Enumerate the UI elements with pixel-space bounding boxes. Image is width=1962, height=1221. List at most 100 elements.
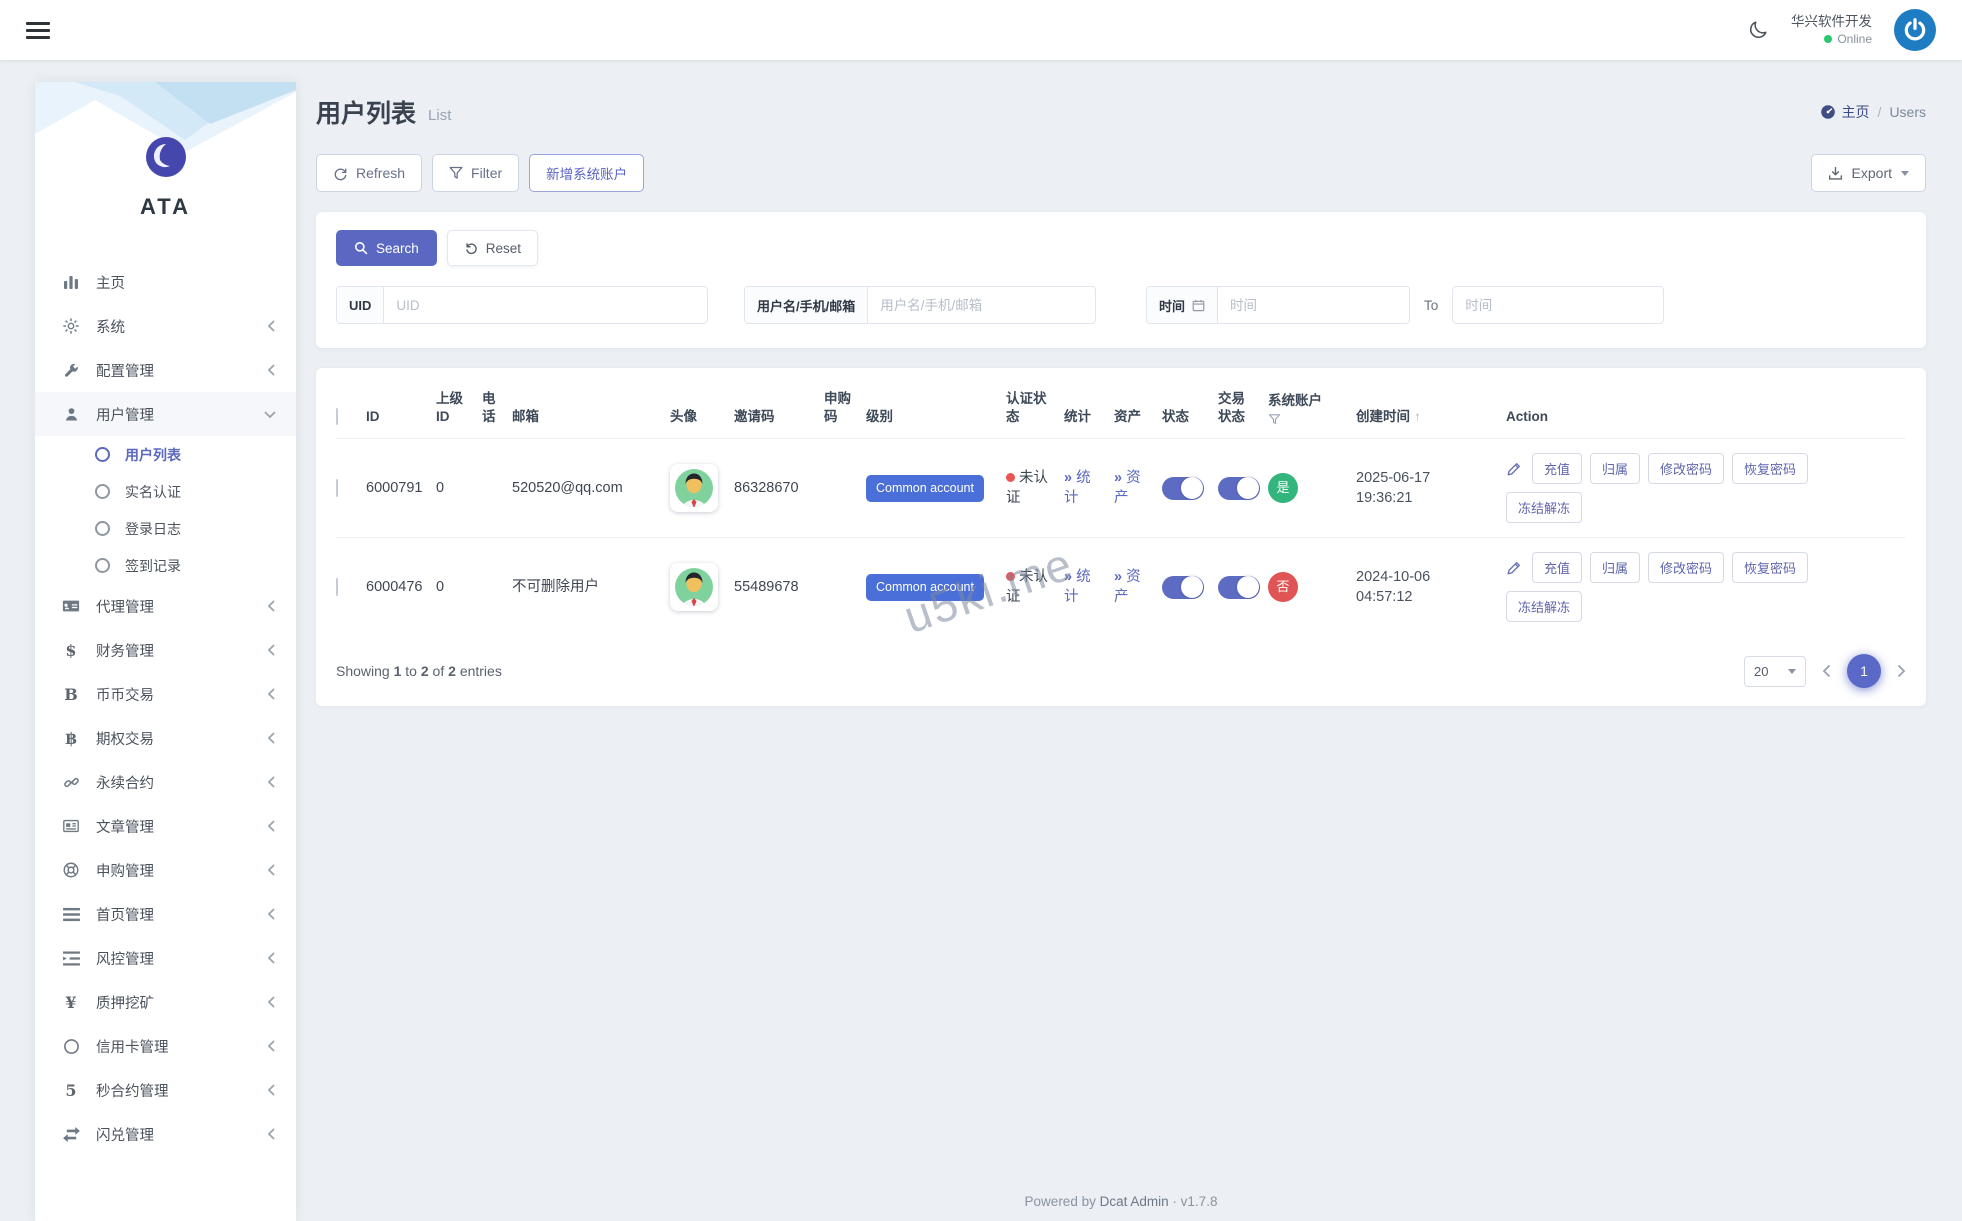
freeze-unfreeze-button[interactable]: 冻结解冻 xyxy=(1506,591,1582,622)
sidebar-item-flash-exchange[interactable]: 闪兑管理 xyxy=(35,1112,296,1156)
prev-page-button[interactable] xyxy=(1822,664,1831,678)
sidebar-item-staking[interactable]: ¥ 质押挖矿 xyxy=(35,980,296,1024)
col-system-account: 系统账户 xyxy=(1268,392,1356,426)
status-toggle[interactable] xyxy=(1162,477,1204,500)
funnel-icon xyxy=(449,166,463,180)
filter-button[interactable]: Filter xyxy=(432,154,519,192)
time-label: 时间 xyxy=(1147,287,1218,323)
trade-status-toggle[interactable] xyxy=(1218,477,1260,500)
recover-password-button[interactable]: 恢复密码 xyxy=(1732,552,1808,583)
sidebar-item-user-management[interactable]: 用户管理 xyxy=(35,392,296,436)
created-at: 2025-06-17 19:36:21 xyxy=(1356,468,1458,509)
row-checkbox[interactable] xyxy=(336,479,338,497)
sidebar-item-home[interactable]: 主页 xyxy=(35,260,296,304)
chevron-left-icon xyxy=(267,908,276,920)
online-dot-icon xyxy=(1824,35,1832,43)
breadcrumb-home[interactable]: 主页 xyxy=(1820,102,1870,122)
account-input[interactable] xyxy=(868,287,1095,323)
sidebar-submenu-user: 用户列表 实名认证 登录日志 签到记录 xyxy=(35,436,296,584)
time-from-input[interactable] xyxy=(1218,287,1409,323)
level-badge: Common account xyxy=(866,574,984,602)
col-avatar: 头像 xyxy=(670,408,734,426)
sidebar-item-homepage[interactable]: 首页管理 xyxy=(35,892,296,936)
next-page-button[interactable] xyxy=(1897,664,1906,678)
status-toggle[interactable] xyxy=(1162,576,1204,599)
stats-link[interactable]: » 统计 xyxy=(1064,468,1102,509)
ownership-button[interactable]: 归属 xyxy=(1590,453,1640,484)
sidebar-item-articles[interactable]: 文章管理 xyxy=(35,804,296,848)
created-at: 2024-10-06 04:57:12 xyxy=(1356,567,1458,608)
yen-icon: ¥ xyxy=(59,993,83,1012)
avatar[interactable] xyxy=(670,464,718,512)
sidebar-subitem-label: 用户列表 xyxy=(125,445,181,465)
uid-input[interactable] xyxy=(384,287,707,323)
sidebar-item-login-log[interactable]: 登录日志 xyxy=(35,510,296,547)
search-button[interactable]: Search xyxy=(336,230,437,266)
select-all-checkbox[interactable] xyxy=(336,408,338,425)
recover-password-button[interactable]: 恢复密码 xyxy=(1732,453,1808,484)
stats-link[interactable]: » 统计 xyxy=(1064,567,1102,608)
avatar[interactable] xyxy=(670,563,718,611)
assets-link[interactable]: » 资产 xyxy=(1114,468,1152,509)
sort-asc-icon: ↑ xyxy=(1414,409,1421,424)
column-filter-funnel-icon[interactable] xyxy=(1268,413,1346,426)
edit-icon[interactable] xyxy=(1506,461,1522,477)
search-panel: Search Reset UID 用户名/手机/邮箱 时间 xyxy=(316,212,1926,348)
dark-mode-moon-icon[interactable] xyxy=(1747,19,1769,41)
sidebar-item-risk-control[interactable]: 风控管理 xyxy=(35,936,296,980)
sidebar-item-spot-trade[interactable]: B 币币交易 xyxy=(35,672,296,716)
change-password-button[interactable]: 修改密码 xyxy=(1648,552,1724,583)
sidebar-item-second-contract[interactable]: 5 秒合约管理 xyxy=(35,1068,296,1112)
edit-icon[interactable] xyxy=(1506,560,1522,576)
freeze-unfreeze-button[interactable]: 冻结解冻 xyxy=(1506,492,1582,523)
sidebar-item-user-list[interactable]: 用户列表 xyxy=(35,436,296,473)
sidebar-item-subscription[interactable]: 申购管理 xyxy=(35,848,296,892)
time-to-input[interactable] xyxy=(1453,287,1663,323)
page-1-button[interactable]: 1 xyxy=(1847,654,1881,688)
chevron-left-icon xyxy=(267,364,276,376)
circle-bullet-icon xyxy=(95,484,110,499)
col-action: Action xyxy=(1506,408,1906,426)
pagination: 20 1 xyxy=(1744,654,1906,688)
sidebar-item-options-trade[interactable]: ฿ 期权交易 xyxy=(35,716,296,760)
sidebar-item-agent[interactable]: 代理管理 xyxy=(35,584,296,628)
trade-status-toggle[interactable] xyxy=(1218,576,1260,599)
chevron-left-icon xyxy=(267,776,276,788)
dashboard-icon xyxy=(1820,104,1836,120)
row-checkbox[interactable] xyxy=(336,578,338,596)
ownership-button[interactable]: 归属 xyxy=(1590,552,1640,583)
reset-button[interactable]: Reset xyxy=(447,230,538,266)
page-subtitle: List xyxy=(428,107,451,124)
col-invite-code: 邀请码 xyxy=(734,408,824,426)
sidebar-item-label: 申购管理 xyxy=(96,860,154,881)
assets-link[interactable]: » 资产 xyxy=(1114,567,1152,608)
sidebar-item-finance[interactable]: $ 财务管理 xyxy=(35,628,296,672)
export-button[interactable]: Export xyxy=(1811,154,1926,192)
col-status: 状态 xyxy=(1162,408,1218,426)
user-id: 6000791 xyxy=(366,478,436,498)
sidebar-item-label: 代理管理 xyxy=(96,596,154,617)
add-system-account-button[interactable]: 新增系统账户 xyxy=(529,154,644,192)
refresh-button[interactable]: Refresh xyxy=(316,154,422,192)
col-level: 级别 xyxy=(866,408,1006,426)
page-size-select[interactable]: 20 xyxy=(1744,656,1806,687)
user-avatar[interactable] xyxy=(1894,9,1936,51)
newspaper-icon xyxy=(59,817,83,835)
sidebar-item-system[interactable]: 系统 xyxy=(35,304,296,348)
invite-code: 86328670 xyxy=(734,478,824,498)
hamburger-menu-icon[interactable] xyxy=(26,18,50,43)
col-created-at[interactable]: 创建时间↑ xyxy=(1356,408,1506,426)
sidebar-item-perpetual[interactable]: 永续合约 xyxy=(35,760,296,804)
chevron-down-icon xyxy=(264,410,276,419)
dcat-admin-link[interactable]: Dcat Admin xyxy=(1100,1194,1169,1209)
sidebar-item-real-name-auth[interactable]: 实名认证 xyxy=(35,473,296,510)
sidebar-item-credit-card[interactable]: 信用卡管理 xyxy=(35,1024,296,1068)
change-password-button[interactable]: 修改密码 xyxy=(1648,453,1724,484)
gear-icon xyxy=(59,317,83,335)
sidebar-item-config[interactable]: 配置管理 xyxy=(35,348,296,392)
recharge-button[interactable]: 充值 xyxy=(1532,552,1582,583)
sidebar-item-label: 系统 xyxy=(96,316,125,337)
recharge-button[interactable]: 充值 xyxy=(1532,453,1582,484)
life-ring-icon xyxy=(59,861,83,879)
sidebar-item-checkin-record[interactable]: 签到记录 xyxy=(35,547,296,584)
